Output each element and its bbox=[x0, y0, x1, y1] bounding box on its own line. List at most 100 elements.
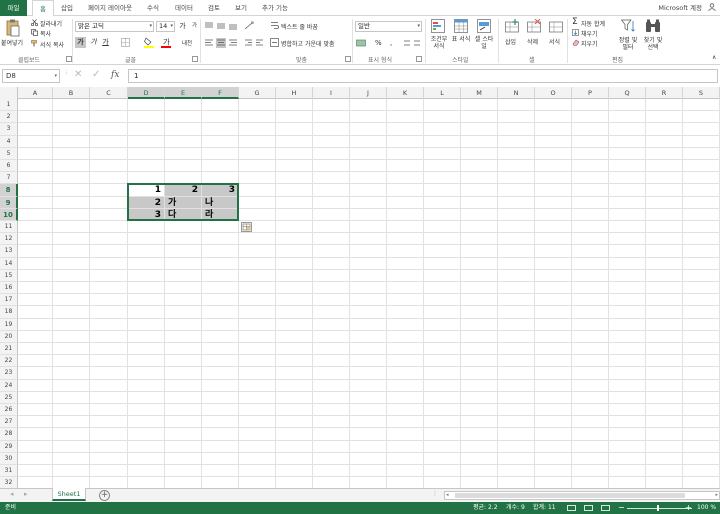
user-icon[interactable] bbox=[708, 3, 716, 12]
page-break-view-icon[interactable] bbox=[601, 505, 610, 511]
column-header-k[interactable]: K bbox=[387, 87, 424, 99]
tab-home[interactable]: 홈 bbox=[32, 0, 54, 17]
paste-button[interactable]: 붙여넣기 bbox=[1, 38, 23, 47]
row-header-13[interactable]: 13 bbox=[0, 245, 18, 258]
tab-view[interactable]: 보기 bbox=[230, 0, 252, 16]
comma-button[interactable]: , bbox=[390, 39, 392, 47]
merge-center-button[interactable]: 병합하고 가운데 맞춤 bbox=[281, 39, 335, 48]
column-header-n[interactable]: N bbox=[498, 87, 535, 99]
column-header-h[interactable]: H bbox=[276, 87, 313, 99]
column-header-f[interactable]: F bbox=[202, 87, 239, 99]
font-color-icon[interactable]: 가 bbox=[161, 37, 171, 50]
sheet-tab-sheet1[interactable]: Sheet1 bbox=[52, 488, 86, 501]
font-name-dropdown[interactable]: 맑은 고딕 ▾ bbox=[75, 21, 154, 32]
formula-input[interactable]: 1 bbox=[128, 69, 718, 83]
align-left-icon[interactable] bbox=[204, 38, 238, 50]
row-header-12[interactable]: 12 bbox=[0, 233, 18, 246]
row-header-16[interactable]: 16 bbox=[0, 282, 18, 295]
fill-button[interactable]: 채우기 bbox=[581, 29, 598, 38]
align-top-icon[interactable] bbox=[204, 21, 238, 33]
scrollbar-thumb[interactable] bbox=[455, 493, 685, 498]
sort-filter-button[interactable]: 정렬 및 필터 bbox=[617, 37, 639, 51]
border-icon[interactable] bbox=[121, 38, 130, 49]
tab-data[interactable]: 데이터 bbox=[170, 0, 198, 16]
column-header-c[interactable]: C bbox=[90, 87, 128, 99]
conditional-format-button[interactable]: 조건부 서식 bbox=[429, 36, 449, 50]
row-header-19[interactable]: 19 bbox=[0, 318, 18, 331]
row-header-15[interactable]: 15 bbox=[0, 269, 18, 282]
row-header-14[interactable]: 14 bbox=[0, 257, 18, 270]
row-header-23[interactable]: 23 bbox=[0, 367, 18, 380]
column-header-i[interactable]: I bbox=[313, 87, 350, 99]
zoom-in-icon[interactable]: + bbox=[685, 502, 692, 514]
column-header-d[interactable]: D bbox=[128, 87, 165, 99]
wrap-text-button[interactable]: 텍스트 줄 바꿈 bbox=[281, 22, 318, 31]
row-header-22[interactable]: 22 bbox=[0, 355, 18, 368]
row-header-27[interactable]: 27 bbox=[0, 416, 18, 429]
scroll-left-icon[interactable]: ◂ bbox=[446, 492, 449, 498]
row-header-20[interactable]: 20 bbox=[0, 330, 18, 343]
currency-icon[interactable] bbox=[356, 38, 366, 50]
delete-cells-icon[interactable] bbox=[527, 18, 541, 35]
underline-button[interactable]: 가 bbox=[100, 37, 111, 48]
tab-split-grip-icon[interactable]: ⋮ bbox=[432, 490, 438, 497]
column-header-o[interactable]: O bbox=[535, 87, 572, 99]
row-header-1[interactable]: 1 bbox=[0, 99, 18, 112]
insert-cells-icon[interactable] bbox=[505, 19, 519, 35]
add-sheet-button[interactable]: + bbox=[99, 490, 110, 501]
page-layout-view-icon[interactable] bbox=[584, 505, 593, 511]
autosum-button[interactable]: 자동 합계 bbox=[581, 19, 605, 28]
enter-icon[interactable]: ✓ bbox=[92, 69, 100, 80]
row-header-24[interactable]: 24 bbox=[0, 379, 18, 392]
format-cells-button[interactable]: 서식 bbox=[549, 37, 560, 46]
find-select-button[interactable]: 찾기 및 선택 bbox=[641, 37, 665, 51]
clear-button[interactable]: 지우기 bbox=[581, 39, 598, 48]
number-format-dropdown[interactable]: 일반 ▾ bbox=[355, 21, 422, 32]
row-header-3[interactable]: 3 bbox=[0, 123, 18, 136]
normal-view-icon[interactable] bbox=[567, 505, 576, 511]
row-header-26[interactable]: 26 bbox=[0, 404, 18, 417]
select-all-corner[interactable] bbox=[0, 87, 18, 99]
row-header-9[interactable]: 9 bbox=[0, 196, 18, 209]
paste-icon[interactable] bbox=[5, 19, 21, 37]
decimal-icon[interactable] bbox=[402, 38, 422, 50]
horizontal-scrollbar[interactable]: ◂ ▸ bbox=[444, 491, 720, 500]
insert-function-icon[interactable]: fx bbox=[111, 70, 119, 80]
conditional-format-icon[interactable] bbox=[431, 19, 445, 35]
row-header-17[interactable]: 17 bbox=[0, 294, 18, 307]
percent-button[interactable]: % bbox=[375, 39, 382, 47]
shrink-font-button[interactable]: 가 bbox=[189, 21, 200, 32]
prev-sheet-icon[interactable]: ◂ bbox=[10, 490, 14, 498]
indent-icon[interactable] bbox=[244, 38, 264, 50]
phonetic-button[interactable]: 내천 bbox=[182, 39, 192, 47]
row-header-28[interactable]: 28 bbox=[0, 428, 18, 441]
font-size-dropdown[interactable]: 14 ▾ bbox=[156, 21, 175, 32]
row-header-11[interactable]: 11 bbox=[0, 221, 18, 234]
zoom-slider-thumb[interactable] bbox=[657, 505, 659, 511]
column-header-l[interactable]: L bbox=[424, 87, 461, 99]
name-box[interactable]: D8 ▾ bbox=[2, 69, 60, 83]
row-header-2[interactable]: 2 bbox=[0, 111, 18, 124]
column-header-j[interactable]: J bbox=[350, 87, 387, 99]
worksheet-grid[interactable]: ABCDEFGHIJKLMNOPQRS 1 2 3 4 5 6 7 8 9 10 11 12 13 14 1… bbox=[0, 87, 720, 488]
zoom-out-icon[interactable]: − bbox=[618, 502, 625, 514]
copy-button[interactable]: 복사 bbox=[40, 29, 51, 38]
collapse-ribbon-icon[interactable]: ∧ bbox=[712, 54, 716, 61]
next-sheet-icon[interactable]: ▸ bbox=[24, 490, 28, 498]
zoom-slider[interactable] bbox=[627, 507, 692, 509]
sort-filter-icon[interactable] bbox=[620, 19, 637, 35]
scroll-right-icon[interactable]: ▸ bbox=[715, 492, 718, 498]
italic-button[interactable]: 가 bbox=[88, 37, 99, 48]
binoculars-icon[interactable] bbox=[645, 19, 661, 35]
row-header-6[interactable]: 6 bbox=[0, 160, 18, 173]
column-header-p[interactable]: P bbox=[572, 87, 609, 99]
row-header-8[interactable]: 8 bbox=[0, 184, 18, 197]
bold-button[interactable]: 가 bbox=[75, 37, 86, 48]
row-header-5[interactable]: 5 bbox=[0, 147, 18, 160]
insert-cells-button[interactable]: 삽입 bbox=[505, 37, 516, 46]
column-header-b[interactable]: B bbox=[53, 87, 90, 99]
tab-add-ins[interactable]: 추가 기능 bbox=[258, 0, 292, 16]
tab-file[interactable]: 파일 bbox=[0, 0, 27, 16]
name-box-dropdown-icon[interactable]: ▾ bbox=[54, 70, 57, 82]
column-header-a[interactable]: A bbox=[18, 87, 53, 99]
